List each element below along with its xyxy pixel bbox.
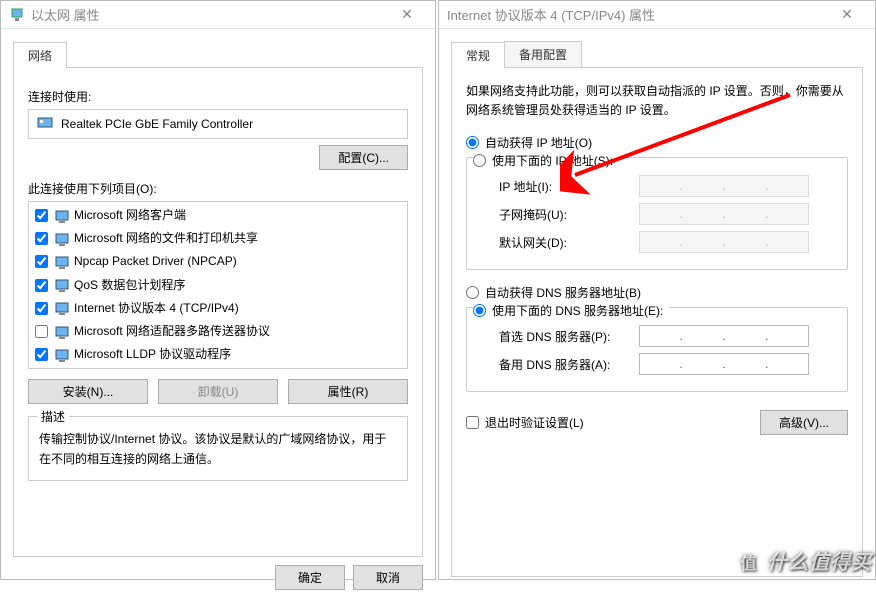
validate-row[interactable]: 退出时验证设置(L): [466, 414, 584, 431]
gateway-label: 默认网关(D):: [499, 234, 639, 251]
protocol-icon: [54, 347, 70, 363]
item-checkbox[interactable]: [35, 348, 48, 361]
auto-ip-radio[interactable]: [466, 136, 479, 149]
advanced-button[interactable]: 高级(V)...: [760, 410, 848, 435]
configure-button[interactable]: 配置(C)...: [319, 145, 408, 170]
auto-dns-label: 自动获得 DNS 服务器地址(B): [485, 284, 641, 301]
tab-body: 连接时使用: Realtek PCIe GbE Family Controlle…: [13, 67, 423, 557]
gateway-input[interactable]: . . .: [639, 231, 809, 253]
uninstall-button[interactable]: 卸载(U): [158, 379, 278, 404]
item-checkbox[interactable]: [35, 209, 48, 222]
item-checkbox[interactable]: [35, 302, 48, 315]
manual-dns-radio-row[interactable]: 使用下面的 DNS 服务器地址(E):: [473, 302, 669, 319]
item-label: Microsoft 网络适配器多路传送器协议: [74, 322, 270, 341]
item-label: Microsoft 网络客户端: [74, 206, 186, 225]
window-title: 以太网 属性: [31, 5, 100, 24]
manual-ip-radio[interactable]: [473, 154, 486, 167]
nic-icon: [37, 115, 53, 134]
ok-button[interactable]: 确定: [275, 565, 345, 590]
item-label: Microsoft LLDP 协议驱动程序: [74, 345, 231, 364]
tab-body: 如果网络支持此功能，则可以获取自动指派的 IP 设置。否则，你需要从网络系统管理…: [451, 67, 863, 577]
tab-general[interactable]: 常规: [451, 42, 505, 68]
auto-ip-radio-row[interactable]: 自动获得 IP 地址(O): [466, 134, 848, 151]
manual-ip-radio-row[interactable]: 使用下面的 IP 地址(S):: [473, 152, 619, 169]
protocol-icon: [54, 324, 70, 340]
properties-button[interactable]: 属性(R): [288, 379, 408, 404]
titlebar[interactable]: 以太网 属性 ✕: [1, 1, 435, 29]
item-label: Internet 协议版本 4 (TCP/IPv4): [74, 299, 239, 318]
list-item[interactable]: Internet 协议版本 6 (TCP/IPv6): [29, 366, 407, 369]
protocol-icon: [54, 254, 70, 270]
tab-strip: 网络: [1, 29, 435, 67]
protocol-icon: [54, 277, 70, 293]
item-label: Internet 协议版本 6 (TCP/IPv6): [74, 368, 239, 369]
dns1-input[interactable]: . . .: [639, 325, 809, 347]
manual-ip-label: 使用下面的 IP 地址(S):: [492, 152, 613, 169]
item-checkbox[interactable]: [35, 232, 48, 245]
ip-input[interactable]: . . .: [639, 175, 809, 197]
manual-ip-group: 使用下面的 IP 地址(S): IP 地址(I): . . . 子网掩码(U):…: [466, 157, 848, 270]
description-groupbox: 描述 传输控制协议/Internet 协议。该协议是默认的广域网络协议，用于在不…: [28, 416, 408, 481]
protocol-icon: [54, 300, 70, 316]
list-item[interactable]: Microsoft 网络适配器多路传送器协议: [29, 320, 407, 343]
auto-dns-radio-row[interactable]: 自动获得 DNS 服务器地址(B): [466, 284, 848, 301]
mask-input[interactable]: . . .: [639, 203, 809, 225]
mask-label: 子网掩码(U):: [499, 206, 639, 223]
close-icon[interactable]: ✕: [827, 6, 867, 23]
items-label: 此连接使用下列项目(O):: [28, 180, 408, 197]
close-icon[interactable]: ✕: [387, 6, 427, 23]
dns1-label: 首选 DNS 服务器(P):: [499, 328, 639, 345]
list-item[interactable]: Internet 协议版本 4 (TCP/IPv4): [29, 297, 407, 320]
item-checkbox[interactable]: [35, 325, 48, 338]
manual-dns-radio[interactable]: [473, 304, 486, 317]
tab-network[interactable]: 网络: [13, 42, 67, 68]
titlebar[interactable]: Internet 协议版本 4 (TCP/IPv4) 属性 ✕: [439, 1, 875, 29]
ip-label: IP 地址(I):: [499, 178, 639, 195]
list-item[interactable]: Npcap Packet Driver (NPCAP): [29, 250, 407, 273]
description-legend: 描述: [37, 408, 69, 425]
window-title: Internet 协议版本 4 (TCP/IPv4) 属性: [447, 5, 655, 24]
item-label: QoS 数据包计划程序: [74, 276, 185, 295]
list-item[interactable]: Microsoft 网络的文件和打印机共享: [29, 227, 407, 250]
adapter-name: Realtek PCIe GbE Family Controller: [61, 117, 253, 131]
auto-ip-label: 自动获得 IP 地址(O): [485, 134, 592, 151]
description-text: 传输控制协议/Internet 协议。该协议是默认的广域网络协议，用于在不同的相…: [39, 429, 397, 470]
validate-label: 退出时验证设置(L): [485, 414, 584, 431]
tab-strip: 常规 备用配置: [439, 29, 875, 67]
item-label: Microsoft 网络的文件和打印机共享: [74, 229, 258, 248]
connect-using-label: 连接时使用:: [28, 88, 408, 105]
protocol-icon: [54, 208, 70, 224]
network-adapter-icon: [9, 7, 25, 23]
item-checkbox[interactable]: [35, 279, 48, 292]
manual-dns-group: 使用下面的 DNS 服务器地址(E): 首选 DNS 服务器(P): . . .…: [466, 307, 848, 392]
ipv4-properties-window: Internet 协议版本 4 (TCP/IPv4) 属性 ✕ 常规 备用配置 …: [438, 0, 876, 580]
protocol-icon: [54, 231, 70, 247]
install-button[interactable]: 安装(N)...: [28, 379, 148, 404]
manual-dns-label: 使用下面的 DNS 服务器地址(E):: [492, 302, 663, 319]
validate-checkbox[interactable]: [466, 416, 479, 429]
dns2-input[interactable]: . . .: [639, 353, 809, 375]
ethernet-properties-window: 以太网 属性 ✕ 网络 连接时使用: Realtek PCIe GbE Fami…: [0, 0, 436, 580]
list-item[interactable]: Microsoft 网络客户端: [29, 204, 407, 227]
watermark: 值什么值得买: [735, 546, 872, 576]
cancel-button[interactable]: 取消: [353, 565, 423, 590]
tab-alternate[interactable]: 备用配置: [504, 41, 582, 67]
intro-text: 如果网络支持此功能，则可以获取自动指派的 IP 设置。否则，你需要从网络系统管理…: [466, 82, 848, 120]
dns2-label: 备用 DNS 服务器(A):: [499, 356, 639, 373]
item-label: Npcap Packet Driver (NPCAP): [74, 252, 237, 271]
list-item[interactable]: Microsoft LLDP 协议驱动程序: [29, 343, 407, 366]
adapter-name-box[interactable]: Realtek PCIe GbE Family Controller: [28, 109, 408, 139]
list-item[interactable]: QoS 数据包计划程序: [29, 274, 407, 297]
auto-dns-radio[interactable]: [466, 286, 479, 299]
item-checkbox[interactable]: [35, 255, 48, 268]
network-items-list[interactable]: Microsoft 网络客户端 Microsoft 网络的文件和打印机共享 Npca…: [28, 201, 408, 369]
